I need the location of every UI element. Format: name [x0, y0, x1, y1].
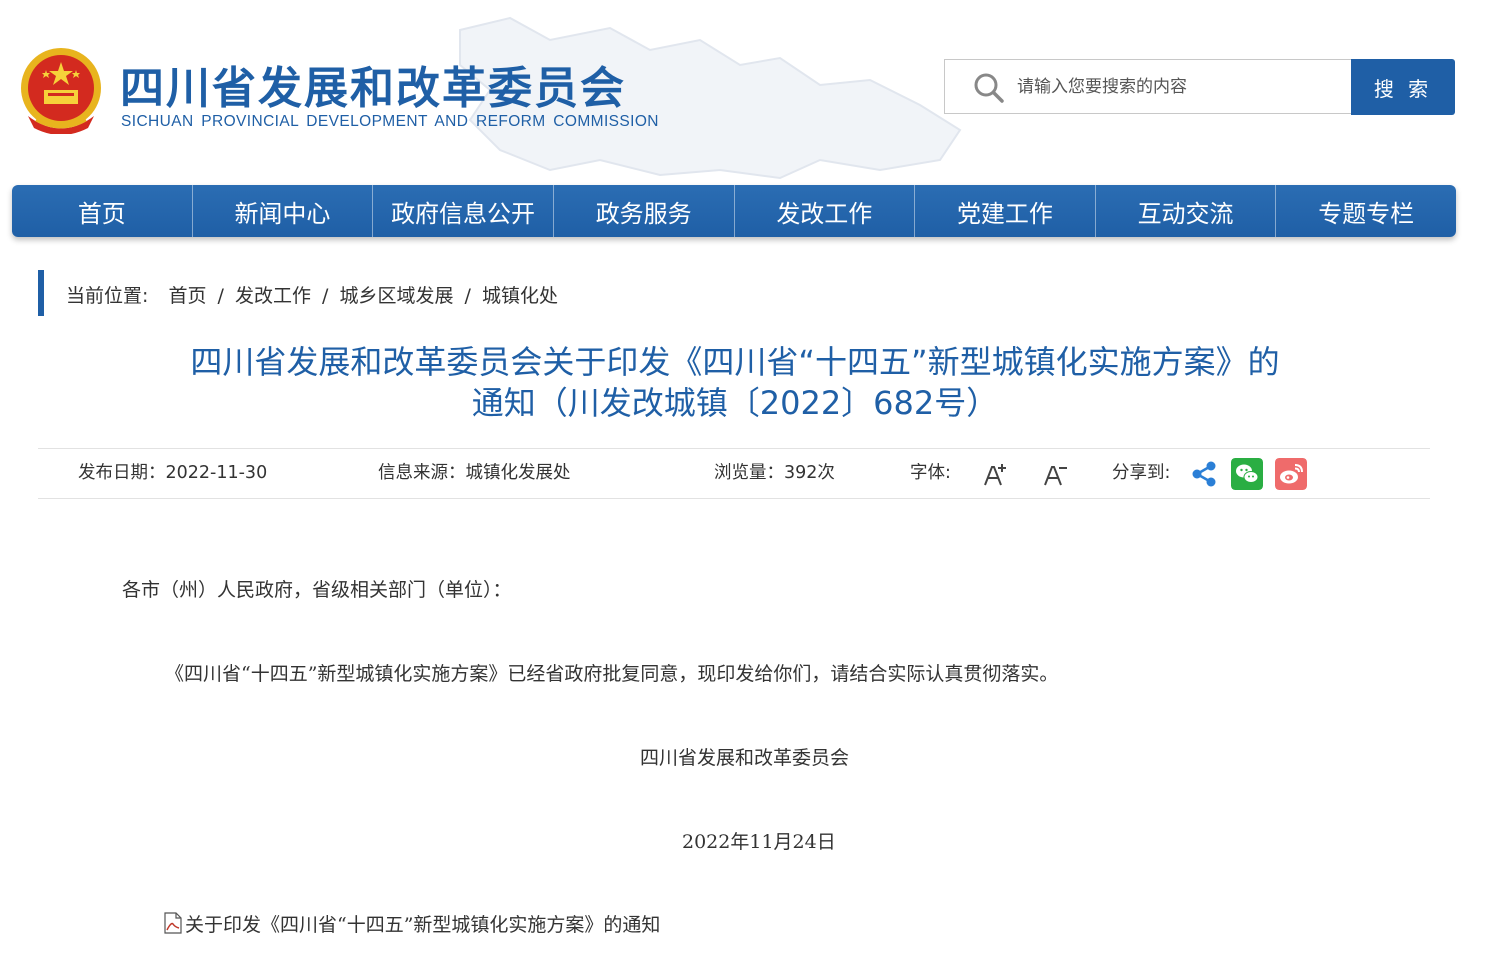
attachment-label: 关于印发《四川省“十四五”新型城镇化实施方案》的通知	[185, 913, 661, 936]
share-label: 分享到:	[1112, 463, 1171, 483]
breadcrumb-label: 当前位置:	[66, 285, 149, 307]
breadcrumb-drc-work[interactable]: 发改工作	[235, 285, 311, 307]
article-title-line2: 通知（川发改城镇〔2022〕682号）	[471, 384, 999, 422]
site-subtitle: SICHUAN PROVINCIAL DEVELOPMENT AND REFOR…	[121, 113, 659, 130]
nav-item-interaction[interactable]: 互动交流	[1094, 185, 1276, 237]
article-meta-bar: 发布日期：2022-11-30 信息来源：城镇化发展处 浏览量：392次 字体:…	[38, 448, 1430, 499]
search-icon	[974, 73, 1004, 103]
article-title: 四川省发展和改革委员会关于印发《四川省“十四五”新型城镇化实施方案》的 通知（川…	[100, 342, 1370, 424]
breadcrumb: 当前位置: 首页 / 发改工作 / 城乡区域发展 / 城镇化处	[38, 270, 558, 316]
breadcrumb-urbanization-office[interactable]: 城镇化处	[482, 285, 558, 307]
breadcrumb-home[interactable]: 首页	[168, 285, 206, 307]
national-emblem-icon	[21, 48, 101, 134]
breadcrumb-urban-rural[interactable]: 城乡区域发展	[339, 285, 453, 307]
attachment-link[interactable]: 关于印发《四川省“十四五”新型城镇化实施方案》的通知	[163, 909, 660, 937]
breadcrumb-separator: /	[464, 285, 471, 307]
font-decrease-icon[interactable]	[1042, 461, 1070, 489]
pdf-file-icon	[164, 912, 182, 934]
search-button[interactable]: 搜 索	[1351, 59, 1455, 115]
publish-date: 发布日期：2022-11-30	[78, 463, 268, 483]
nav-item-drc-work[interactable]: 发改工作	[733, 185, 915, 237]
main-nav: 首页 新闻中心 政府信息公开 政务服务 发改工作 党建工作 互动交流 专题专栏	[12, 185, 1456, 237]
article-title-line1: 四川省发展和改革委员会关于印发《四川省“十四五”新型城镇化实施方案》的	[190, 343, 1280, 381]
share-icon[interactable]	[1188, 458, 1220, 490]
view-count: 浏览量：392次	[714, 463, 835, 483]
nav-item-news-center[interactable]: 新闻中心	[191, 185, 373, 237]
breadcrumb-separator: /	[322, 285, 329, 307]
nav-item-special-topics[interactable]: 专题专栏	[1275, 185, 1456, 237]
site-title: 四川省发展和改革委员会	[120, 63, 626, 114]
font-increase-icon[interactable]	[982, 461, 1010, 489]
nav-item-gov-services[interactable]: 政务服务	[552, 185, 734, 237]
search-input[interactable]	[1017, 60, 1337, 113]
article-paragraph: 《四川省“十四五”新型城镇化实施方案》已经省政府批复同意，现印发给你们，请结合实…	[165, 663, 1059, 685]
nav-item-gov-info[interactable]: 政府信息公开	[372, 185, 553, 237]
font-size-label: 字体:	[910, 463, 951, 483]
wechat-icon[interactable]	[1231, 458, 1263, 490]
info-source: 信息来源：城镇化发展处	[378, 463, 571, 483]
salutation: 各市（州）人民政府，省级相关部门（单位）：	[122, 579, 512, 601]
signature: 四川省发展和改革委员会	[640, 747, 850, 769]
breadcrumb-separator: /	[217, 285, 224, 307]
nav-item-party-work[interactable]: 党建工作	[914, 185, 1095, 237]
weibo-icon[interactable]	[1275, 458, 1307, 490]
site-header: 四川省发展和改革委员会 SICHUAN PROVINCIAL DEVELOPME…	[0, 0, 1494, 180]
sign-date: 2022年11月24日	[682, 831, 836, 853]
nav-item-home[interactable]: 首页	[12, 185, 192, 237]
search-box	[944, 59, 1352, 114]
